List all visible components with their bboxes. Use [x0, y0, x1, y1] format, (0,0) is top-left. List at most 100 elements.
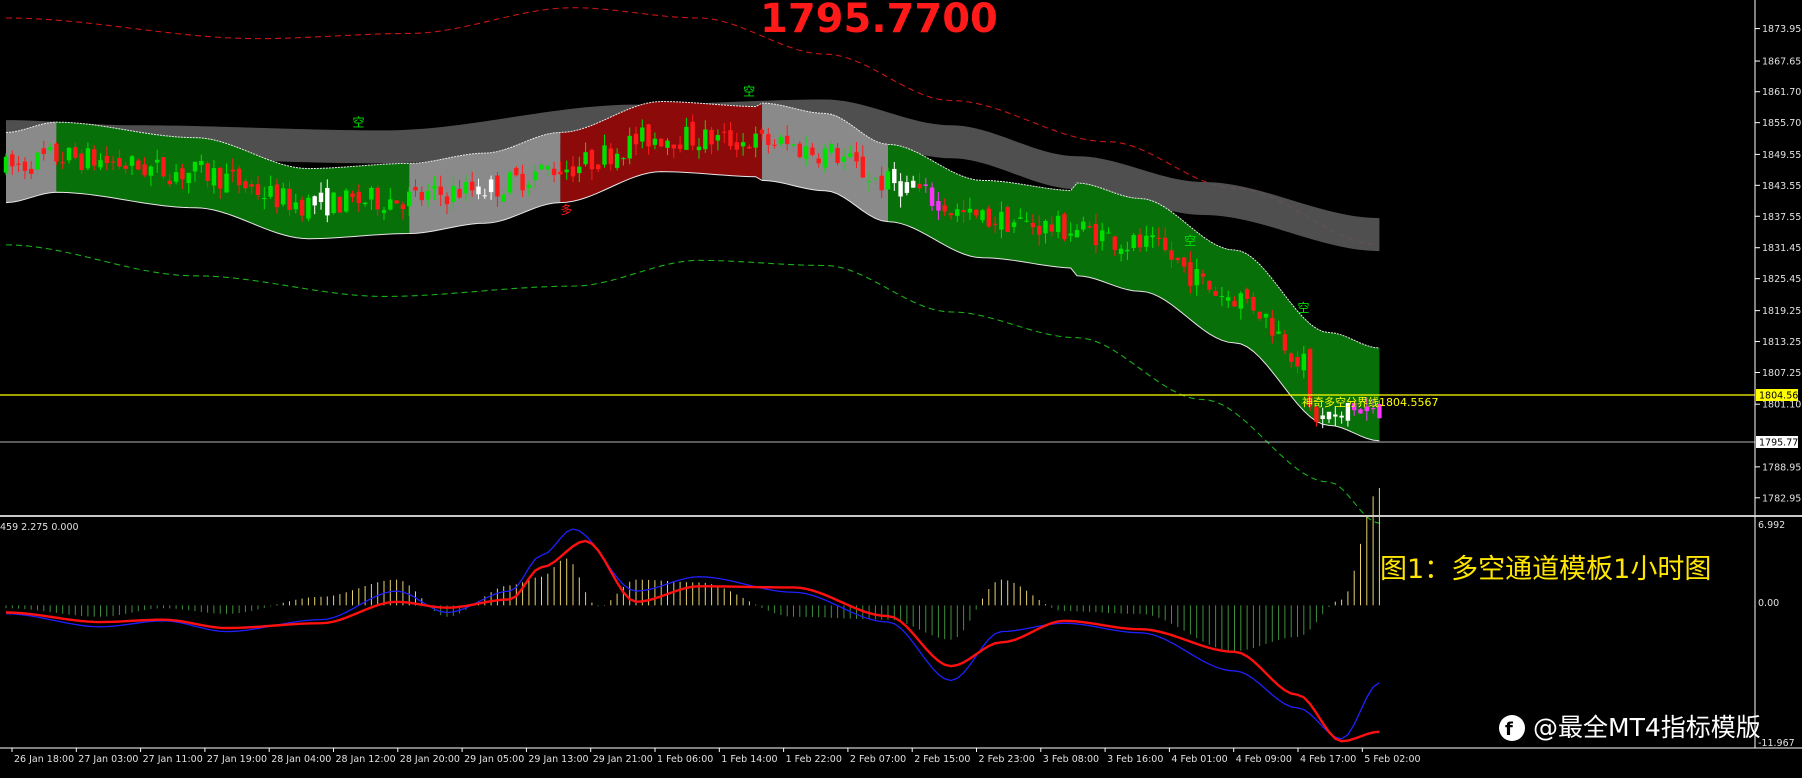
candle-body	[797, 143, 802, 158]
candle-body	[816, 158, 821, 164]
candle-body	[558, 171, 563, 175]
candle-body	[1049, 224, 1054, 232]
svg-text:f: f	[1505, 719, 1513, 740]
price-panel[interactable]: 多空空空空 神奇多空分界线1804.5567 1795.7700	[0, 0, 1755, 524]
candle-body	[1301, 353, 1306, 371]
signal-label: 多	[560, 203, 572, 217]
candle-body	[22, 161, 28, 171]
candle-body	[596, 164, 601, 170]
candle-body	[690, 121, 695, 146]
candle-body	[1226, 297, 1231, 301]
candle-body	[911, 180, 916, 188]
candle-body	[652, 138, 658, 145]
candle-body	[180, 168, 185, 180]
candle-body	[1112, 236, 1117, 251]
chart-window: 多空空空空 神奇多空分界线1804.5567 1795.7700 1873.95…	[0, 0, 1802, 773]
candle-body	[583, 152, 588, 165]
candle-body	[917, 183, 922, 189]
candle-body	[734, 142, 739, 150]
y-tick-label: 1813.25	[1762, 337, 1801, 348]
candle-body	[646, 124, 651, 147]
candle-body	[696, 146, 702, 151]
y-tick-label: 1855.70	[1762, 118, 1801, 129]
chart-svg[interactable]: 多空空空空 神奇多空分界线1804.5567 1795.7700 1873.95…	[0, 0, 1802, 773]
x-tick-label: 1 Feb 14:00	[721, 754, 777, 765]
candle-body	[243, 181, 248, 189]
candle-body	[47, 147, 53, 150]
signal-label: 空	[1184, 234, 1196, 248]
x-tick-label: 26 Jan 18:00	[14, 754, 74, 765]
candle-body	[810, 147, 815, 155]
candle-body	[306, 197, 311, 219]
candle-body	[501, 194, 506, 202]
candle-body	[671, 144, 676, 149]
x-tick-label: 27 Jan 11:00	[143, 754, 203, 765]
signal-label: 空	[1298, 301, 1310, 315]
candle-body	[356, 191, 361, 204]
candle-body	[614, 153, 620, 168]
candle-body	[633, 133, 639, 145]
oscillator-header: 459 2.275 0.000	[0, 522, 79, 533]
x-tick-label: 2 Feb 07:00	[850, 754, 906, 765]
candle-body	[772, 144, 777, 146]
candle-body	[1156, 237, 1162, 239]
candle-body	[577, 166, 582, 174]
candle-body	[1207, 280, 1212, 290]
candle-body	[936, 201, 941, 211]
candle-body	[866, 181, 872, 183]
candle-body	[167, 180, 172, 185]
candle-body	[230, 169, 235, 172]
candle-body	[753, 133, 758, 148]
candle-body	[999, 211, 1004, 230]
candle-body	[155, 159, 160, 163]
candle-body	[1163, 237, 1168, 251]
candle-body	[117, 157, 122, 167]
x-tick-label: 27 Jan 03:00	[78, 754, 138, 765]
candle-body	[299, 199, 305, 216]
candle-body	[1181, 257, 1187, 267]
candle-body	[142, 164, 147, 176]
oscillator-panel[interactable]: 459 2.275 0.000 6.992 0.00 -11.967 图1：多空…	[0, 488, 1795, 749]
candle-body	[942, 205, 947, 212]
candle-body	[394, 200, 399, 204]
candle-body	[803, 146, 809, 159]
candle-body	[1289, 353, 1294, 362]
candle-body	[854, 152, 859, 162]
candle-body	[879, 175, 884, 191]
candle-body	[16, 163, 21, 165]
x-tick-label: 4 Feb 09:00	[1236, 754, 1292, 765]
x-tick-label: 4 Feb 17:00	[1300, 754, 1356, 765]
candle-body	[684, 126, 689, 150]
candle-body	[841, 156, 847, 162]
candle-body	[1068, 233, 1073, 236]
candle-body	[325, 187, 330, 216]
y-tick-label: 1867.65	[1762, 57, 1801, 68]
candle-body	[287, 188, 292, 210]
x-tick-label: 2 Feb 23:00	[979, 754, 1035, 765]
candle-body	[564, 169, 569, 173]
y-tick-label: 1782.95	[1762, 493, 1801, 504]
candle-body	[218, 168, 223, 189]
watermark-text: @最全MT4指标模版	[1533, 713, 1761, 742]
candle-body	[1270, 318, 1275, 336]
macd-line-red	[5, 539, 1380, 743]
candle-body	[482, 195, 487, 197]
x-tick-label: 28 Jan 20:00	[400, 754, 460, 765]
watermark: f @最全MT4指标模版	[1499, 713, 1761, 742]
candle-body	[350, 193, 355, 198]
candle-body	[1037, 225, 1042, 235]
candle-body	[293, 202, 298, 210]
candle-body	[98, 160, 103, 168]
candle-body	[1251, 296, 1256, 311]
candle-body	[495, 175, 500, 197]
candle-body	[129, 156, 135, 166]
candle-body	[539, 164, 544, 170]
candle-body	[123, 165, 128, 169]
candle-body	[79, 153, 84, 171]
candle-body	[791, 144, 796, 146]
signal-label: 空	[743, 84, 755, 98]
candle-body	[281, 188, 286, 205]
candle-body	[1144, 235, 1149, 247]
candle-body	[722, 131, 727, 133]
candle-body	[1175, 257, 1180, 261]
